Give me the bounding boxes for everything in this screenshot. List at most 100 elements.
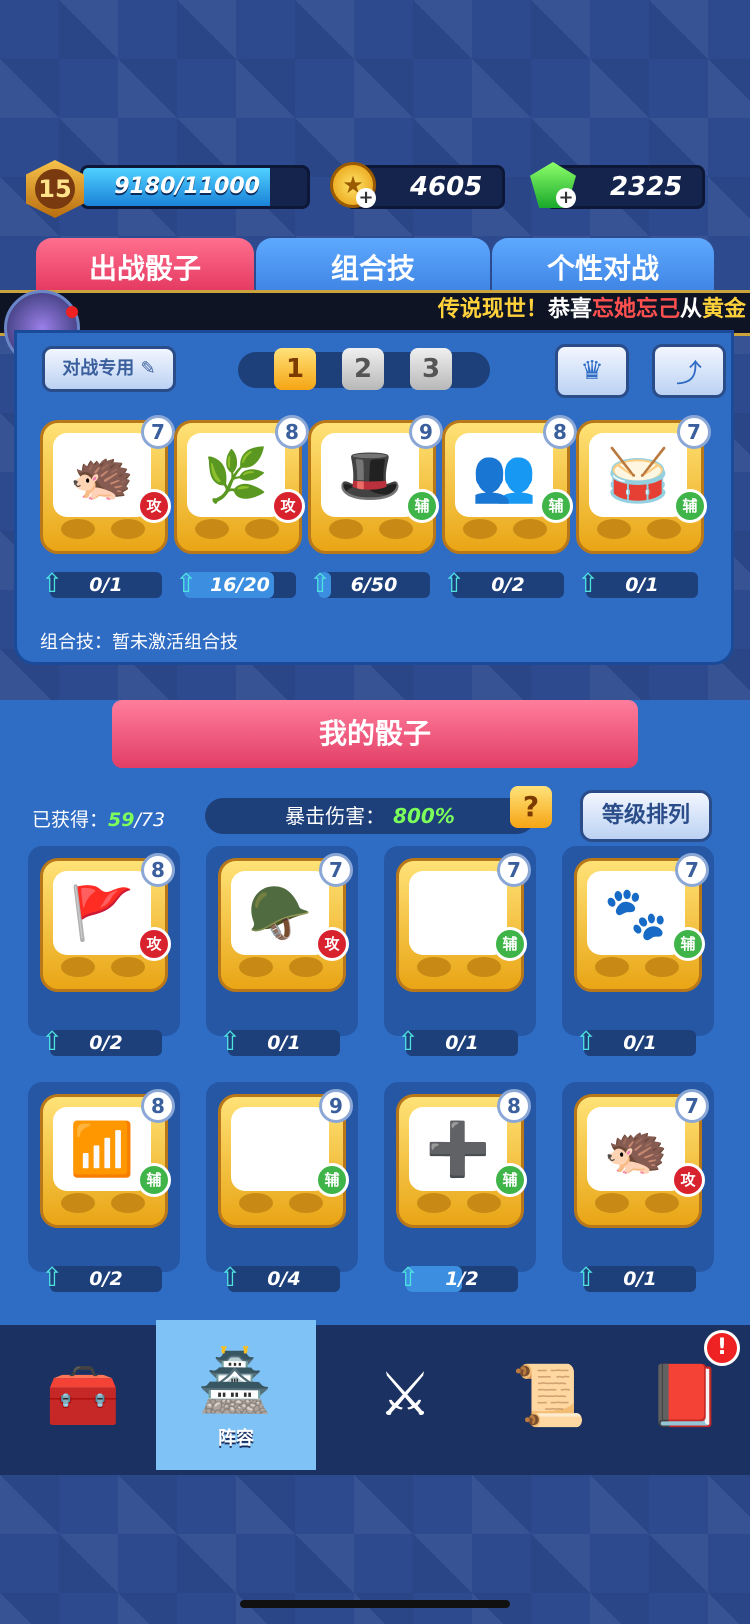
support-type-badge: 辅 (493, 1163, 527, 1197)
home-indicator (240, 1600, 510, 1608)
upgrade-progress-bar: ⇧ 0/1 (219, 1027, 340, 1057)
card-pips (61, 957, 145, 983)
coin-value: 4605 (410, 172, 483, 202)
card-pips (417, 1193, 501, 1219)
share-button[interactable]: ⤴ (652, 344, 726, 398)
battle-dice-card[interactable]: 🌿 8 攻 (174, 415, 309, 554)
upgrade-progress-text: 6/50 (350, 574, 398, 596)
deck-edit-button[interactable]: 对战专用 ✎ (42, 346, 176, 392)
upgrade-progress-bar: ⇧ 0/2 (41, 1263, 162, 1293)
my-dice-card[interactable]: 📶 8 辅 (40, 1089, 175, 1228)
dice-level-badge: 9 (409, 415, 443, 449)
upgrade-progress-text: 1/2 (445, 1268, 479, 1290)
support-type-badge: 辅 (539, 489, 573, 523)
upgrade-progress-text: 0/1 (445, 1032, 479, 1054)
dice-level-badge: 7 (141, 415, 175, 449)
add-gem-icon[interactable]: + (556, 188, 576, 208)
dice-level-badge: 7 (677, 415, 711, 449)
crossed-swords-icon[interactable]: ⚔ (360, 1350, 450, 1440)
upgrade-progress-text: 0/1 (625, 574, 659, 596)
my-dice-title: 我的骰子 (112, 700, 638, 768)
card-pips (595, 1193, 679, 1219)
my-dice-card[interactable]: 🐾 7 辅 (574, 853, 709, 992)
upgrade-progress-text: 0/1 (623, 1032, 657, 1054)
nav-lineup-label: 阵容 (218, 1428, 254, 1449)
my-dice-card[interactable]: 🪖 7 攻 (218, 853, 353, 992)
support-type-badge: 辅 (315, 1163, 349, 1197)
card-pips (239, 957, 323, 983)
upgrade-progress-text: 0/2 (89, 1268, 123, 1290)
my-dice-card[interactable]: 🦔 7 攻 (574, 1089, 709, 1228)
alert-badge: ! (704, 1330, 740, 1366)
card-pips (597, 519, 681, 545)
sort-by-level-button[interactable]: 等级排列 (580, 790, 712, 842)
support-type-badge: 辅 (137, 1163, 171, 1197)
support-type-badge: 辅 (493, 927, 527, 961)
upgrade-progress-text: 0/1 (267, 1032, 301, 1054)
player-level: 15 (35, 169, 75, 209)
upgrade-progress-text: 0/1 (89, 574, 123, 596)
upgrade-progress-text: 0/1 (623, 1268, 657, 1290)
owned-count: 已获得：59/73 (32, 805, 165, 832)
my-dice-card[interactable]: 🚩 8 攻 (40, 853, 175, 992)
crit-value: 800% (393, 804, 455, 828)
dice-level-badge: 8 (141, 1089, 175, 1123)
upgrade-progress-bar: ⇧ 0/1 (575, 1027, 696, 1057)
support-type-badge: 辅 (405, 489, 439, 523)
share-icon: ⤴ (675, 358, 702, 389)
battle-dice-card[interactable]: 🥁 7 辅 (576, 415, 711, 554)
scroll-icon[interactable]: 📜 (504, 1350, 594, 1440)
ticker-player-name: 忘她忘己 (591, 297, 680, 322)
ticker-part1: 传说现世！ (437, 297, 548, 322)
battle-dice-card[interactable]: 🦔 7 攻 (40, 415, 175, 554)
cannon-tower-icon[interactable]: 🏯 (190, 1335, 280, 1425)
my-dice-card[interactable]: ➕ 8 辅 (396, 1089, 531, 1228)
dice-level-badge: 8 (275, 415, 309, 449)
battle-dice-card[interactable]: 👥 8 辅 (442, 415, 577, 554)
attack-type-badge: 攻 (671, 1163, 705, 1197)
upgrade-progress-text: 0/4 (267, 1268, 301, 1290)
dice-level-badge: 7 (675, 853, 709, 887)
card-pips (329, 519, 413, 545)
card-pips (595, 957, 679, 983)
dice-level-badge: 7 (319, 853, 353, 887)
xp-text: 9180/11000 (114, 174, 260, 199)
help-button[interactable]: ? (510, 786, 552, 828)
card-pips (417, 957, 501, 983)
my-dice-card[interactable]: 🐱 7 辅 (396, 853, 531, 992)
upgrade-progress-text: 0/2 (89, 1032, 123, 1054)
ticker-part4: 从 (679, 297, 702, 322)
ticker-part2: 恭喜 (547, 297, 592, 322)
treasure-chest-icon[interactable]: 🧰 (38, 1350, 128, 1440)
my-dice-card[interactable]: 🕸 9 辅 (218, 1089, 353, 1228)
owned-label: 已获得： (32, 809, 109, 831)
announcement-text: 传说现世！恭喜忘她忘己从黄金 (438, 290, 750, 330)
crown-icon: ♛ (580, 356, 604, 386)
notification-dot (66, 306, 78, 318)
dice-level-badge: 9 (319, 1089, 353, 1123)
deck-2-button[interactable]: 2 (342, 348, 384, 390)
player-level-badge[interactable]: 15 (26, 160, 84, 218)
owned-total: /73 (134, 809, 166, 831)
deck-3-button[interactable]: 3 (410, 348, 452, 390)
battle-dice-card[interactable]: 🎩 9 辅 (308, 415, 443, 554)
dice-level-badge: 8 (497, 1089, 531, 1123)
dice-level-badge: 8 (141, 853, 175, 887)
card-pips (61, 1193, 145, 1219)
upgrade-progress-bar: ⇧ 0/1 (397, 1027, 518, 1057)
upgrade-progress-bar: ⇧ 0/2 (41, 1027, 162, 1057)
upgrade-progress-bar: ⇧ 0/4 (219, 1263, 340, 1293)
deck-1-button[interactable]: 1 (274, 348, 316, 390)
crown-button[interactable]: ♛ (555, 344, 629, 398)
attack-type-badge: 攻 (315, 927, 349, 961)
add-coin-icon[interactable]: + (356, 188, 376, 208)
upgrade-progress-bar: ⇧ 0/1 (41, 569, 162, 599)
card-pips (195, 519, 279, 545)
support-type-badge: 辅 (673, 489, 707, 523)
pencil-icon: ✎ (140, 358, 156, 379)
upgrade-progress-text: 0/2 (491, 574, 525, 596)
attack-type-badge: 攻 (137, 489, 171, 523)
upgrade-progress-bar: ⇧ 1/2 (397, 1263, 518, 1293)
card-pips (463, 519, 547, 545)
upgrade-progress-bar: ⇧ 0/1 (577, 569, 698, 599)
